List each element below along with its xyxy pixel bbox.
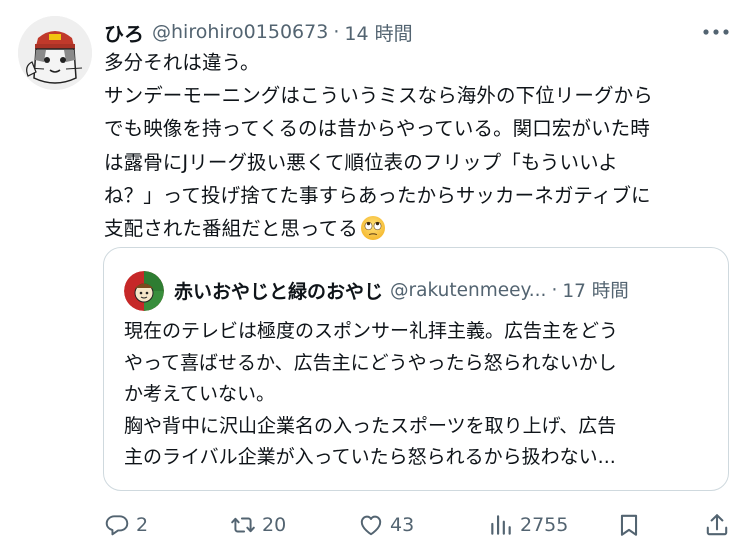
tweet-text-line: でも映像を持ってくるのは昔からやっている。関口宏がいた時: [104, 117, 650, 141]
quoted-tweet-text: 現在のテレビは極度のスポンサー礼拝主義。広告主をどう やって喜ばせるか、広告主に…: [124, 316, 716, 474]
header-separator: ·: [333, 21, 340, 43]
quoted-tweet-header: 赤いおやじと緑のおやじ @rakutenmeey... · 17 時間: [174, 270, 629, 310]
reply-count: 2: [136, 514, 149, 536]
quoted-tweet-timestamp[interactable]: 17 時間: [562, 277, 628, 303]
tweet-text: 多分それは違う。 サンデーモーニングはこういうミスなら海外の下位リーグから でも…: [104, 46, 724, 245]
quoted-text-line: 主のライバル企業が入っていたら怒られるから扱わない...: [124, 446, 616, 469]
tweet-text-line: サンデーモーニングはこういうミスなら海外の下位リーグから: [104, 84, 653, 108]
retweet-icon: [231, 517, 255, 533]
views-button[interactable]: 2755: [488, 505, 568, 545]
tweet-timestamp[interactable]: 14 時間: [344, 19, 412, 46]
more-horizontal-icon[interactable]: [702, 22, 730, 42]
like-count: 43: [390, 514, 415, 536]
tweet-text-line: は露骨にJリーグ扱い悪くて順位表のフリップ「もういいよ: [104, 150, 618, 174]
share-button[interactable]: [704, 505, 730, 545]
quoted-author-display-name[interactable]: 赤いおやじと緑のおやじ: [174, 277, 383, 304]
quoted-header-separator: ·: [551, 279, 558, 301]
author-display-name[interactable]: ひろ: [104, 18, 144, 47]
bookmark-icon: [620, 514, 638, 536]
reply-icon: [105, 515, 129, 536]
tweet-header: ひろ @hirohiro0150673 · 14 時間: [104, 14, 413, 50]
quoted-author-avatar[interactable]: [124, 271, 164, 311]
quoted-text-line: か考えていない。: [124, 383, 276, 406]
rolling-eyes-emoji-icon: [360, 215, 386, 241]
author-handle[interactable]: @hirohiro0150673: [152, 21, 328, 43]
heart-icon: [360, 515, 382, 536]
views-chart-icon: [491, 515, 511, 535]
tweet-action-bar: 2 20 43 2755: [0, 505, 750, 545]
quoted-text-line: 胸や背中に沢山企業名の入ったスポーツを取り上げ、広告: [124, 414, 617, 437]
reply-button[interactable]: 2: [104, 505, 148, 545]
quoted-tweet-card[interactable]: 赤いおやじと緑のおやじ @rakutenmeey... · 17 時間 現在のテ…: [103, 247, 729, 491]
quoted-text-line: 現在のテレビは極度のスポンサー礼拝主義。広告主をどう: [124, 320, 619, 342]
avatar-cat-illustration: [18, 16, 92, 90]
quoted-author-handle[interactable]: @rakutenmeey...: [390, 280, 546, 301]
tweet-text-line: ね？」って投げ捨てた事すらあったからサッカーネガティブに: [104, 183, 651, 207]
like-button[interactable]: 43: [358, 505, 414, 545]
retweet-count: 20: [262, 514, 287, 536]
share-icon: [706, 514, 728, 536]
tweet-text-line: 多分それは違う。: [104, 51, 260, 74]
avatar-red-green-illustration: [124, 271, 164, 311]
view-count: 2755: [520, 514, 569, 536]
tweet-text-line-last: 支配された番組だと思ってる: [104, 212, 724, 245]
bookmark-button[interactable]: [616, 505, 642, 545]
author-avatar[interactable]: [18, 16, 92, 90]
tweet-text-line-text: 支配された番組だと思ってる: [104, 217, 358, 241]
retweet-button[interactable]: 20: [230, 505, 286, 545]
quoted-text-line: やって喜ばせるか、広告主にどうやったら怒られないかし: [124, 351, 617, 374]
